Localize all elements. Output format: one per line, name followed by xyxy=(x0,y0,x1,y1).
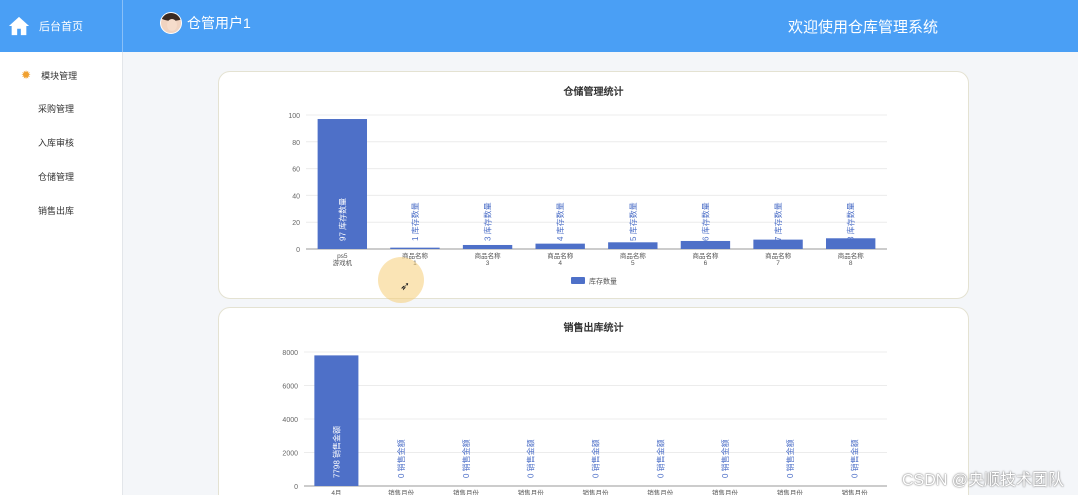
bar xyxy=(608,242,658,249)
bar xyxy=(680,240,731,249)
x-tick-label: 商品名称 xyxy=(838,251,865,260)
legend-label: 库存数量 xyxy=(589,277,617,286)
x-tick-label: 3 xyxy=(486,260,490,267)
x-tick-label: 销售月份 xyxy=(647,488,674,495)
x-tick-label: 销售月份 xyxy=(453,488,480,495)
x-tick-label: 商品名称 xyxy=(765,251,792,260)
y-tick-label: 2000 xyxy=(282,451,298,458)
bar-data-label: 0 销售金额 xyxy=(850,439,860,478)
bar xyxy=(462,244,513,249)
x-tick-label: 销售月份 xyxy=(842,488,869,495)
sidebar-section-label: 模块管理 xyxy=(41,70,78,81)
y-tick-label: 0 xyxy=(294,484,298,491)
user-info[interactable]: 仓管用户1 xyxy=(160,12,251,34)
bar-data-label: 3 库存数量 xyxy=(483,202,493,241)
y-tick-label: 0 xyxy=(296,247,300,254)
storage-chart: 02040608010097 库存数量ps5游戏机1 库存数量商品名称13 库存… xyxy=(288,113,887,286)
sales-chart: 0 2000 4000 6000 8000 7798 销售金额 4月 0 销售金额销售月份 0 … xyxy=(282,350,887,495)
bar-data-label: 0 销售金额 xyxy=(396,439,406,478)
sidebar-item-purchase[interactable]: 采购管理 xyxy=(38,102,74,115)
x-tick-label: 商品名称 xyxy=(547,251,574,260)
bar-data-label: 0 销售金额 xyxy=(785,439,795,478)
x-tick-label: 游戏机 xyxy=(333,258,353,267)
sidebar-item-storage[interactable]: 仓储管理 xyxy=(38,170,74,183)
watermark: CSDN @央顺技术团队 xyxy=(901,472,1064,489)
sidebar-item-sales-outbound[interactable]: 销售出库 xyxy=(38,204,74,217)
x-tick-label: 4 xyxy=(558,260,562,267)
sidebar: ✹ 模块管理 采购管理 入库审核 仓储管理 销售出库 xyxy=(0,52,123,495)
bar-data-label: 0 销售金额 xyxy=(526,439,536,478)
x-tick-label: 4月 xyxy=(331,489,341,495)
gear-icon: ✹ xyxy=(21,68,32,82)
x-tick-label: 商品名称 xyxy=(475,251,502,260)
bar-data-label: 4 库存数量 xyxy=(555,202,565,241)
mouse-cursor-icon: ➶ xyxy=(400,279,411,293)
bar-data-label: 1 库存数量 xyxy=(410,202,420,241)
x-tick-label: 8 xyxy=(849,260,853,267)
legend-swatch xyxy=(571,277,585,284)
home-label: 后台首页 xyxy=(39,21,83,33)
x-tick-label: 销售月份 xyxy=(388,488,415,495)
x-tick-label: 6 xyxy=(704,260,708,267)
bar-data-label: 7798 销售金额 xyxy=(331,426,341,478)
y-tick-label: 100 xyxy=(288,113,300,120)
y-tick-label: 6000 xyxy=(282,384,298,391)
avatar xyxy=(160,12,182,34)
bar-data-label: 6 库存数量 xyxy=(700,202,710,241)
sidebar-item-inbound-review[interactable]: 入库审核 xyxy=(38,136,74,149)
y-tick-label: 8000 xyxy=(282,350,298,357)
home-link[interactable]: 后台首页 xyxy=(0,0,123,52)
welcome-text: 欢迎使用仓库管理系统 xyxy=(788,19,939,36)
x-tick-label: 7 xyxy=(776,260,780,267)
x-tick-label: 销售月份 xyxy=(583,488,610,495)
bar-data-label: 97 库存数量 xyxy=(337,198,347,241)
home-icon xyxy=(8,16,30,36)
y-tick-label: 4000 xyxy=(282,417,298,424)
bar-data-label: 0 销售金额 xyxy=(461,439,471,478)
x-tick-label: 商品名称 xyxy=(620,251,647,260)
user-name: 仓管用户1 xyxy=(187,15,251,31)
y-tick-label: 40 xyxy=(292,193,300,200)
storage-chart-card: 仓储管理统计 0 20 40 60 80 100 97 库存数量 ps5 游戏机 1 库存数量 商品… xyxy=(218,71,969,299)
top-bar: 后台首页 仓管用户1 欢迎使用仓库管理系统 xyxy=(0,0,1078,52)
y-tick-label: 20 xyxy=(292,220,300,227)
x-tick-label: 商品名称 xyxy=(692,251,719,260)
bar-data-label: 5 库存数量 xyxy=(628,202,638,241)
sales-chart-card: 销售出库统计 0 2000 4000 6000 8000 7798 销售金额 4月 0 销售金… xyxy=(218,307,969,495)
bar-data-label: 0 销售金额 xyxy=(720,439,730,478)
x-tick-label: ps5 xyxy=(337,253,348,260)
x-tick-label: 5 xyxy=(631,260,635,267)
bar xyxy=(390,247,440,249)
bar-data-label: 8 库存数量 xyxy=(846,202,856,241)
bar-data-label: 7 库存数量 xyxy=(773,202,783,241)
y-tick-label: 60 xyxy=(292,167,300,174)
x-tick-label: 销售月份 xyxy=(712,488,739,495)
y-tick-label: 80 xyxy=(292,140,300,147)
bar xyxy=(535,243,585,249)
x-tick-label: 销售月份 xyxy=(777,488,804,495)
sidebar-section-modules[interactable]: ✹ 模块管理 xyxy=(21,68,77,82)
x-tick-label: 销售月份 xyxy=(518,488,545,495)
bar-data-label: 0 销售金额 xyxy=(591,439,601,478)
bar-data-label: 0 销售金额 xyxy=(655,439,665,478)
